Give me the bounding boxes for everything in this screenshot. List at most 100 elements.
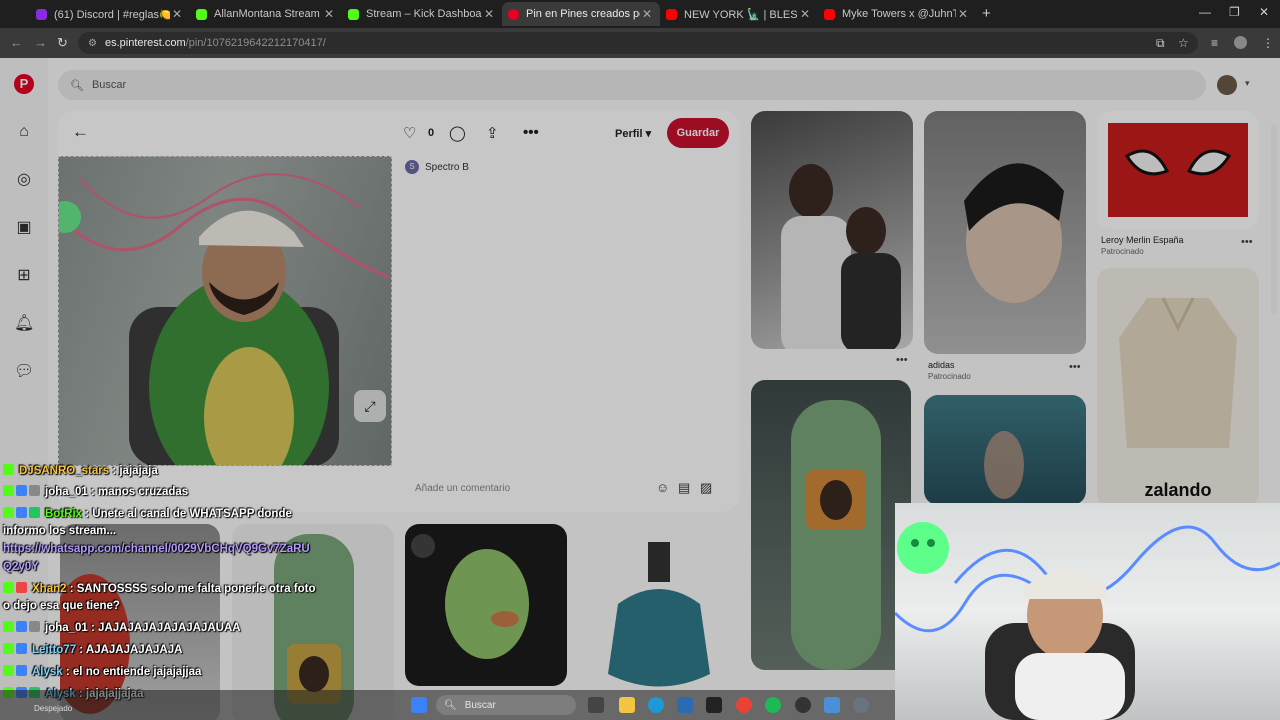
chat-username[interactable]: joha_01: [45, 622, 88, 634]
notifications-icon[interactable]: 🔔︎: [14, 314, 34, 334]
chat-username[interactable]: joha_01: [45, 486, 88, 498]
comment-icon[interactable]: ◯: [449, 124, 466, 142]
chat-username[interactable]: DJSANRO_stars: [19, 465, 109, 477]
chat-badge-icon: [16, 582, 27, 593]
page-scrollbar[interactable]: [1271, 124, 1277, 314]
chat-link[interactable]: https://whatsapp.com/channel/0029VbCHqVQ…: [3, 543, 310, 555]
comment-input[interactable]: Añade un comentario: [405, 476, 725, 500]
sticker-icon[interactable]: ▤: [678, 480, 690, 496]
app-icon[interactable]: [824, 697, 840, 713]
window-close-icon[interactable]: ✕: [1259, 5, 1269, 19]
chat-username[interactable]: Leitto77: [32, 644, 76, 656]
new-tab-button[interactable]: +: [982, 5, 991, 22]
obs-icon[interactable]: [795, 697, 811, 713]
chat-badge-icon: [3, 507, 14, 518]
pin-caption[interactable]: Leroy Merlin España: [1101, 235, 1184, 245]
youtube-icon: [824, 8, 835, 20]
taskbar-search[interactable]: 🔍︎ Buscar: [436, 695, 576, 715]
explore-icon[interactable]: ◎: [14, 170, 34, 190]
more-options-icon[interactable]: •••: [1241, 236, 1253, 248]
close-icon[interactable]: ✕: [482, 7, 496, 21]
tab-kick-dashboard[interactable]: Stream – Kick Dashboard ✕: [342, 2, 502, 26]
close-icon[interactable]: ✕: [170, 7, 184, 21]
more-options-icon[interactable]: •••: [1069, 361, 1081, 373]
spotify-icon[interactable]: [765, 697, 781, 713]
image-upload-icon[interactable]: ▨: [700, 480, 712, 496]
forward-icon[interactable]: →: [34, 35, 47, 50]
back-arrow-icon[interactable]: ←: [72, 122, 89, 142]
chat-text: o dejo esa que tiene?: [3, 600, 120, 612]
back-icon[interactable]: ←: [10, 35, 23, 50]
menu-icon[interactable]: ⋮: [1262, 36, 1274, 50]
chat-badge-icon: [16, 665, 27, 676]
close-icon[interactable]: ✕: [640, 7, 654, 21]
creator-info[interactable]: S Spectro B: [405, 160, 469, 174]
close-icon[interactable]: ✕: [798, 7, 812, 21]
tab-discord[interactable]: (61) Discord | #reglas🍋 | SANT ✕: [30, 2, 190, 26]
chat-message: joha_01 : manos cruzadas: [3, 485, 188, 498]
url-host: es.pinterest.com: [104, 37, 186, 49]
task-view-icon[interactable]: [588, 697, 604, 713]
settings-gear-icon[interactable]: [853, 697, 869, 713]
share-icon[interactable]: ⇪: [486, 124, 499, 142]
boards-icon[interactable]: ▣: [14, 218, 34, 238]
chat-badge-icon: [16, 643, 27, 654]
more-options-icon[interactable]: •••: [896, 354, 908, 366]
create-icon[interactable]: ⊞: [14, 266, 34, 286]
search-input[interactable]: 🔍︎ Buscar: [58, 70, 1206, 100]
grid-pin-portrait[interactable]: [924, 111, 1086, 354]
pin-illustration: [1119, 297, 1237, 448]
weather-widget[interactable]: Despejado: [34, 704, 72, 713]
pin-image[interactable]: [58, 156, 392, 466]
install-app-icon[interactable]: ⧉: [1156, 36, 1165, 51]
pinterest-logo-icon[interactable]: P: [14, 74, 34, 94]
minimize-icon[interactable]: —: [1199, 5, 1211, 19]
tab-pinterest[interactable]: Pin en Pines creados por ti ✕: [502, 2, 660, 26]
file-explorer-icon[interactable]: [619, 697, 635, 713]
chat-username[interactable]: Alysk: [32, 666, 63, 678]
windows-start-icon[interactable]: [411, 697, 427, 713]
pin-illustration: [781, 164, 901, 349]
reading-list-icon[interactable]: ≡: [1211, 36, 1218, 50]
grid-pin-fish-mask[interactable]: [405, 524, 567, 686]
messages-icon[interactable]: 💬︎: [14, 362, 34, 382]
reload-icon[interactable]: ↻: [57, 35, 68, 51]
profile-icon[interactable]: [1234, 36, 1247, 49]
maximize-icon[interactable]: ❐: [1229, 5, 1240, 19]
avatar[interactable]: [1217, 75, 1237, 95]
save-button[interactable]: Guardar: [667, 118, 729, 148]
close-icon[interactable]: ✕: [956, 7, 970, 21]
chat-badge-icon: [3, 643, 14, 654]
grid-pin-photo-men[interactable]: [751, 111, 913, 349]
expand-icon[interactable]: ⤢: [354, 390, 386, 422]
close-icon[interactable]: ✕: [322, 7, 336, 21]
grid-pin-underwater[interactable]: [924, 395, 1086, 505]
pin-caption[interactable]: adidas: [928, 360, 955, 370]
windows-taskbar: 🔍︎ Buscar: [0, 690, 895, 720]
tab-youtube-myke[interactable]: Myke Towers x @JuhnTV - ✕: [818, 2, 976, 26]
emoji-icon[interactable]: ☺: [656, 480, 669, 495]
tab-title: NEW YORK 🗽 | BLESSD | TRIN: [684, 8, 798, 21]
bookmark-star-icon[interactable]: ☆: [1178, 36, 1189, 50]
address-bar[interactable]: ⚙ es.pinterest.com/pin/10762196422121704…: [78, 32, 1198, 54]
pin-illustration: [1108, 123, 1248, 217]
chat-username[interactable]: Xhan2: [32, 583, 67, 595]
tab-youtube-newyork[interactable]: NEW YORK 🗽 | BLESSD | TRIN ✕: [660, 2, 818, 26]
more-options-icon[interactable]: •••: [523, 124, 539, 141]
store-icon[interactable]: [677, 697, 693, 713]
tab-kick-watch[interactable]: AllanMontana Stream - Watch ✕: [190, 2, 342, 26]
edge-icon[interactable]: [648, 697, 664, 713]
grid-pin-zalando-jacket[interactable]: zalando: [1097, 268, 1259, 508]
profile-dropdown[interactable]: Perfil ▾: [615, 127, 651, 140]
chrome-icon[interactable]: [736, 697, 752, 713]
site-info-icon[interactable]: ⚙: [88, 38, 97, 49]
chat-username[interactable]: BotRix: [45, 508, 82, 520]
grid-pin-bottle-costume[interactable]: [751, 380, 911, 670]
home-icon[interactable]: ⌂: [14, 122, 34, 142]
chat-badge-icon: [3, 665, 14, 676]
heart-icon[interactable]: ♡: [403, 124, 416, 142]
app-y-icon[interactable]: [706, 697, 722, 713]
chevron-down-icon[interactable]: ▾: [1245, 78, 1250, 89]
grid-pin-spiderman-mask[interactable]: [1097, 111, 1259, 229]
chat-link[interactable]: Q2y0Y: [3, 561, 39, 573]
